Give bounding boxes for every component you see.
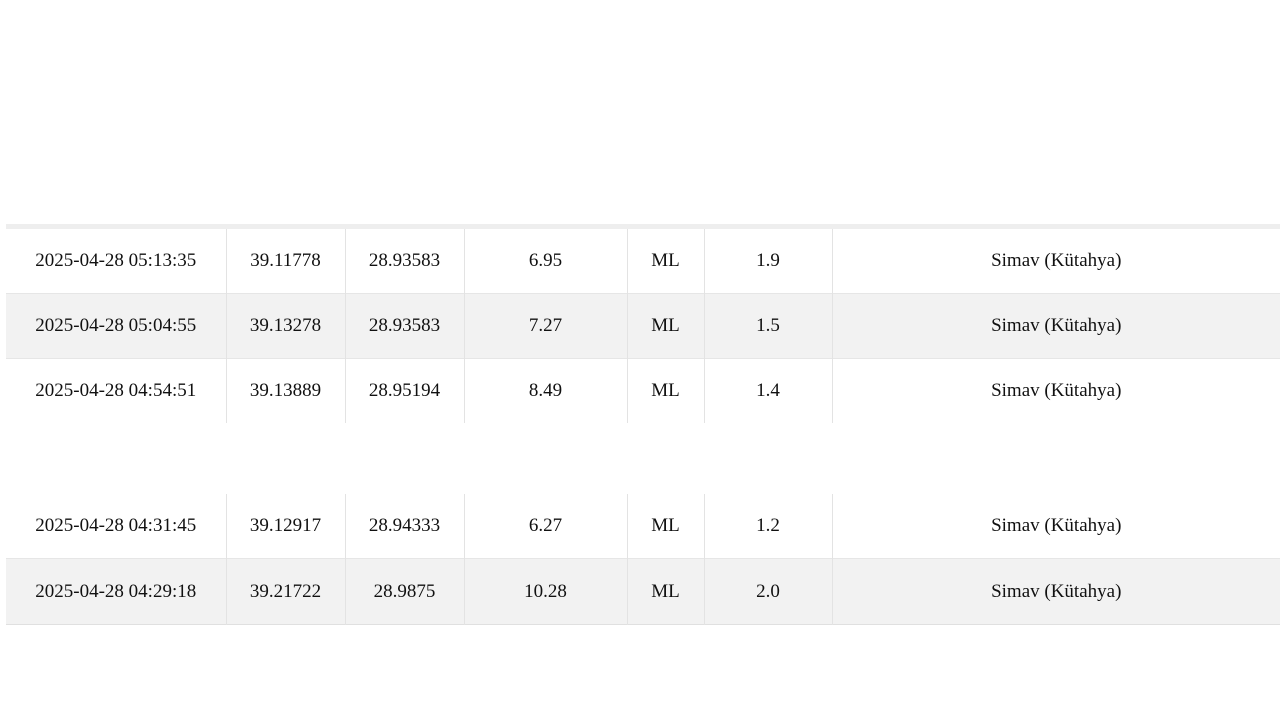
- cell-magnitude: 2.0: [704, 558, 833, 625]
- earthquake-table-upper: 2025-04-28 05:13:35 39.11778 28.93583 6.…: [6, 224, 1280, 423]
- cell-location: Simav (Kütahya): [832, 293, 1280, 359]
- table-row[interactable]: 2025-04-28 04:31:45 39.12917 28.94333 6.…: [6, 494, 1280, 559]
- cell-longitude: 28.93583: [345, 293, 465, 359]
- cell-date: 2025-04-28 05:04:55: [6, 293, 227, 359]
- cell-latitude: 39.12917: [226, 494, 346, 559]
- cell-longitude: 28.94333: [345, 494, 465, 559]
- cell-depth: 6.27: [464, 494, 628, 559]
- cell-longitude: 28.95194: [345, 358, 465, 423]
- cell-latitude: 39.21722: [226, 558, 346, 625]
- cell-depth: 7.27: [464, 293, 628, 359]
- cell-magnitude: 1.5: [704, 293, 833, 359]
- cell-latitude: 39.11778: [226, 226, 346, 294]
- cell-location: Simav (Kütahya): [991, 515, 1122, 536]
- cell-magnitude-type: ML: [627, 226, 705, 294]
- cell-longitude: 28.9875: [345, 558, 465, 625]
- table-row[interactable]: 2025-04-28 05:04:55 39.13278 28.93583 7.…: [6, 293, 1280, 359]
- cell-date: 2025-04-28 04:54:51: [6, 358, 227, 423]
- cell-depth: 8.49: [464, 358, 628, 423]
- cell-magnitude-type: ML: [627, 293, 705, 359]
- table-row[interactable]: 2025-04-28 04:29:18 39.21722 28.9875 10.…: [6, 558, 1280, 625]
- cell-location: Simav (Kütahya): [832, 558, 1280, 625]
- cell-date: 2025-04-28 05:13:35: [6, 226, 227, 294]
- cell-depth: 6.95: [464, 226, 628, 294]
- cell-latitude: 39.13278: [226, 293, 346, 359]
- cell-magnitude-type: ML: [627, 558, 705, 625]
- cell-location: Simav (Kütahya): [991, 250, 1122, 271]
- earthquake-table-lower: 2025-04-28 04:31:45 39.12917 28.94333 6.…: [6, 494, 1280, 625]
- cell-magnitude-type: ML: [627, 358, 705, 423]
- cell-magnitude: 1.4: [704, 358, 833, 423]
- cell-location: Simav (Kütahya): [991, 380, 1122, 401]
- cell-longitude: 28.93583: [345, 226, 465, 294]
- cell-latitude: 39.13889: [226, 358, 346, 423]
- cell-date: 2025-04-28 04:31:45: [6, 494, 227, 559]
- cell-date: 2025-04-28 04:29:18: [6, 558, 227, 625]
- table-row[interactable]: 2025-04-28 05:13:35 39.11778 28.93583 6.…: [6, 226, 1280, 294]
- cell-depth: 10.28: [464, 558, 628, 625]
- cell-magnitude-type: ML: [627, 494, 705, 559]
- cell-magnitude: 1.2: [704, 494, 833, 559]
- cell-magnitude: 1.9: [704, 226, 833, 294]
- table-row[interactable]: 2025-04-28 04:54:51 39.13889 28.95194 8.…: [6, 358, 1280, 423]
